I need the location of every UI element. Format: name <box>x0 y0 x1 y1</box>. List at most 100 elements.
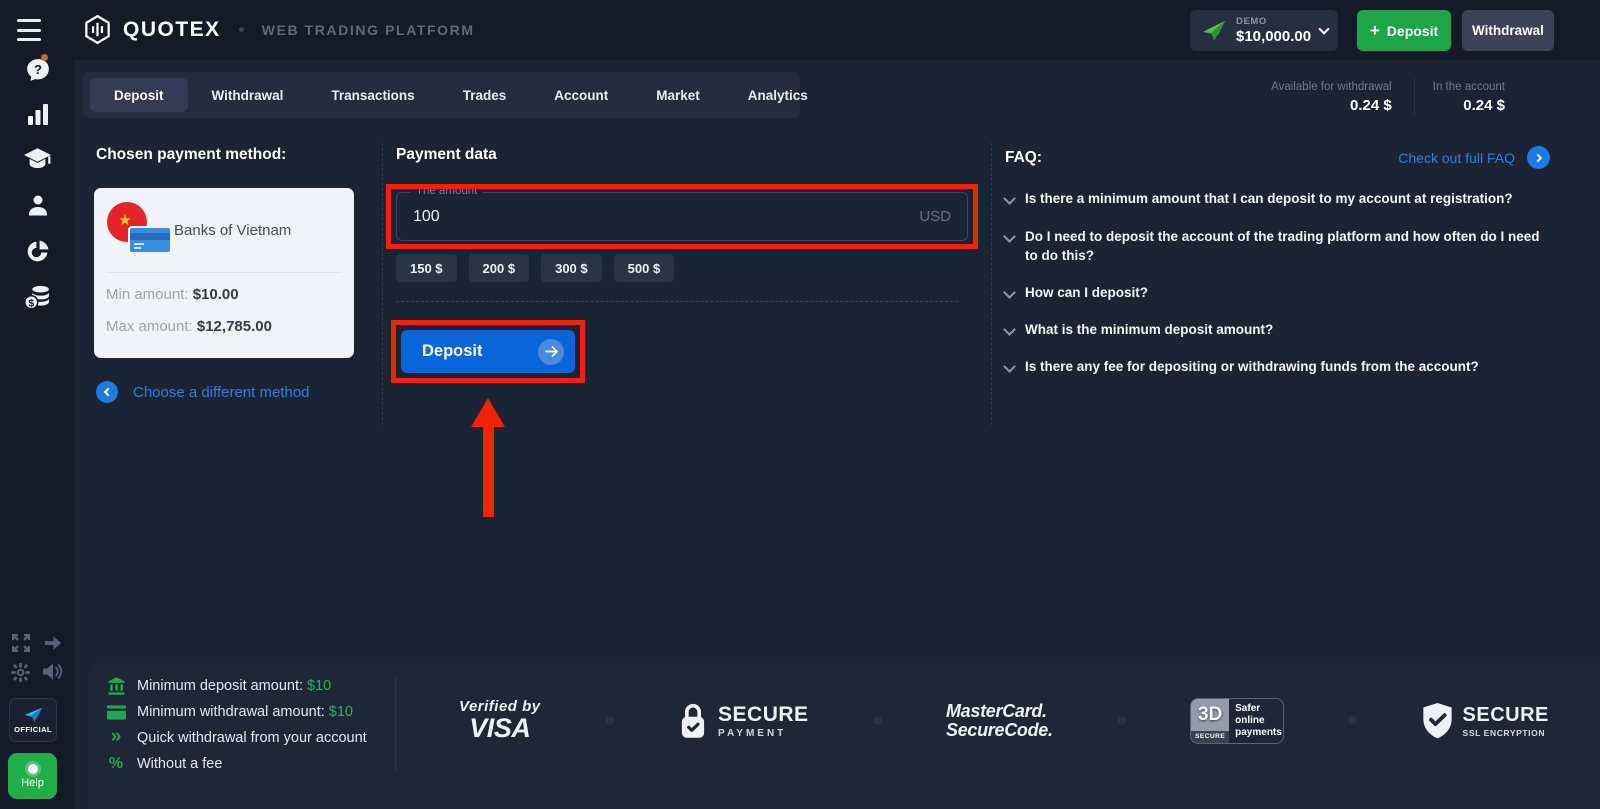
header-deposit-button[interactable]: + Deposit <box>1357 10 1451 51</box>
chosen-method-title: Chosen payment method: <box>96 146 287 163</box>
chevron-right-circle-icon <box>1527 146 1550 169</box>
tab-deposit[interactable]: Deposit <box>90 78 188 112</box>
min-amount-value: $10.00 <box>192 286 239 303</box>
svg-text:$: $ <box>28 298 34 309</box>
faq-question-3[interactable]: How can I deposit? <box>1003 284 1553 303</box>
quick-amount-500[interactable]: 500 $ <box>613 254 675 282</box>
brand: QUOTEX WEB TRADING PLATFORM <box>84 15 475 44</box>
quick-amount-200[interactable]: 200 $ <box>468 254 530 282</box>
account-selector[interactable]: DEMO $10,000.00 <box>1190 10 1338 51</box>
chevron-left-circle-icon <box>96 381 118 403</box>
wallet-card-icon <box>106 704 126 720</box>
chevron-down-icon <box>1003 286 1016 299</box>
faq-header: FAQ: Check out full FAQ <box>1005 146 1550 169</box>
sidebar-item-deposit[interactable]: $ <box>0 284 75 310</box>
in-the-account: In the account 0.24 $ <box>1432 80 1505 114</box>
tab-transactions[interactable]: Transactions <box>307 78 438 112</box>
sidebar-item-education[interactable] <box>0 148 75 172</box>
sidebar-item-account[interactable] <box>0 193 75 218</box>
badge-separator-dot <box>872 716 882 725</box>
section-tabbar: Deposit Withdrawal Transactions Trades A… <box>83 72 808 118</box>
tab-market[interactable]: Market <box>632 78 724 112</box>
coins-icon: $ <box>24 285 49 310</box>
3d-secure-badge: 3D SECURE Safer online payments <box>1190 697 1285 744</box>
badge-separator-dot <box>1116 716 1126 725</box>
max-amount-row: Max amount: $12,785.00 <box>106 318 272 335</box>
faq-question-5[interactable]: Is there any fee for depositing or withd… <box>1003 358 1553 377</box>
balance-divider <box>1413 78 1415 116</box>
footer-feature-quick-withdrawal: » Quick withdrawal from your account <box>106 725 367 749</box>
tab-trades[interactable]: Trades <box>439 78 531 112</box>
annotation-box-deposit <box>391 320 585 383</box>
min-amount-row: Min amount: $10.00 <box>106 286 239 303</box>
plus-icon: + <box>1369 21 1380 40</box>
verified-by-visa-badge: Verified by VISA <box>459 697 541 743</box>
graduation-cap-icon <box>24 148 51 168</box>
brand-name: QUOTEX <box>123 17 221 41</box>
min-deposit-value: $10 <box>307 678 332 694</box>
footer-feature-min-withdrawal: Minimum withdrawal amount: $10 <box>106 701 353 723</box>
footer-divider <box>395 676 396 771</box>
sidebar-item-trading[interactable] <box>0 104 75 126</box>
check-full-faq-link[interactable]: Check out full FAQ <box>1398 146 1550 169</box>
faq-question-4[interactable]: What is the minimum deposit amount? <box>1003 321 1553 340</box>
faq-question-2[interactable]: Do I need to deposit the account of the … <box>1003 228 1553 265</box>
secure-payment-badge: SECURE PAYMENT <box>678 702 809 739</box>
sound-volume-icon[interactable] <box>15 661 90 682</box>
arrow-right-panel-icon[interactable] <box>15 634 90 652</box>
footer-feature-min-deposit: Minimum deposit amount: $10 <box>106 675 331 697</box>
sidebar: ? $ OFFICIAL Help <box>0 0 75 809</box>
sidebar-item-support[interactable]: ? <box>0 54 75 83</box>
chevron-down-icon <box>1003 192 1016 205</box>
footer: Minimum deposit amount: $10 Minimum with… <box>89 663 1600 809</box>
tab-account[interactable]: Account <box>530 78 632 112</box>
payment-method-card: ★ Banks of Vietnam Min amount: $10.00 Ma… <box>94 188 354 358</box>
help-chat-icon: ? <box>26 59 49 81</box>
badge-separator-dot <box>604 716 614 725</box>
person-icon <box>28 195 47 216</box>
quick-amount-300[interactable]: 300 $ <box>541 254 602 282</box>
payment-section-divider <box>396 301 958 302</box>
account-balance: $10,000.00 <box>1236 28 1312 45</box>
header-withdrawal-button[interactable]: Withdrawal <box>1462 10 1554 51</box>
bank-card-icon <box>128 226 172 254</box>
available-for-withdrawal: Available for withdrawal 0.24 $ <box>1271 80 1392 114</box>
padlock-icon <box>681 703 705 738</box>
pie-chart-icon <box>27 240 49 262</box>
separator-dot <box>238 27 244 32</box>
faq-title: FAQ: <box>1005 148 1043 166</box>
payment-data-title: Payment data <box>396 146 497 163</box>
payment-method-name: Banks of Vietnam <box>174 222 292 239</box>
column-divider-left <box>382 143 383 425</box>
chevron-down-icon <box>1318 22 1330 35</box>
annotation-box-amount <box>386 184 978 249</box>
official-label: OFFICIAL <box>14 724 52 734</box>
paper-plane-icon <box>1203 20 1225 41</box>
choose-different-method-link[interactable]: Choose a different method <box>96 381 310 403</box>
svg-text:?: ? <box>34 62 42 77</box>
balance-summary: Available for withdrawal 0.24 $ In the a… <box>1150 76 1550 118</box>
bar-chart-icon <box>27 104 48 125</box>
double-chevron-icon: » <box>110 725 122 747</box>
annotation-arrow-head <box>471 398 505 427</box>
telegram-plane-icon <box>24 707 42 722</box>
tab-analytics[interactable]: Analytics <box>724 78 832 112</box>
faq-question-1[interactable]: Is there a minimum amount that I can dep… <box>1003 190 1553 209</box>
bank-icon <box>106 677 126 695</box>
quick-amount-150[interactable]: 150 $ <box>396 254 457 282</box>
chevron-down-icon <box>1003 230 1016 243</box>
platform-subtitle: WEB TRADING PLATFORM <box>261 21 475 38</box>
help-button[interactable]: Help <box>8 753 57 799</box>
tab-withdrawal[interactable]: Withdrawal <box>188 78 308 112</box>
shield-check-icon <box>1422 702 1452 738</box>
official-telegram-badge[interactable]: OFFICIAL <box>9 698 57 742</box>
percent-icon: % <box>108 755 124 772</box>
annotation-arrow-shaft <box>483 425 494 517</box>
security-badges: Verified by VISA SECURE PAYMENT MasterCa… <box>429 678 1579 763</box>
hamburger-menu-icon[interactable] <box>17 19 43 41</box>
quotex-logo-icon <box>85 15 110 44</box>
badge-separator-dot <box>1348 716 1358 725</box>
help-status-dot <box>27 763 38 774</box>
account-type-label: DEMO <box>1236 16 1267 27</box>
sidebar-item-analytics[interactable] <box>0 239 75 264</box>
